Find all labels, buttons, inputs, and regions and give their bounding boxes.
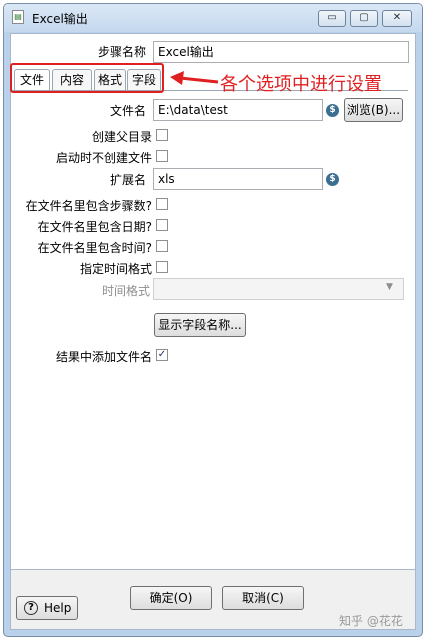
chevron-down-icon: ▼ (386, 282, 393, 292)
extension-label: 扩展名 (109, 173, 146, 187)
watermark: 知乎 @花花 (339, 614, 403, 628)
minimize-icon[interactable]: ▭ (318, 10, 346, 27)
time-format-flag-label: 指定时间格式 (79, 262, 152, 276)
browse-button[interactable]: 浏览(B)... (344, 98, 403, 122)
extension-input[interactable]: xls (153, 168, 323, 190)
include-date-label: 在文件名里包含日期? (37, 220, 152, 234)
show-fields-button[interactable]: 显示字段名称... (154, 313, 246, 337)
close-icon[interactable]: ✕ (382, 10, 412, 27)
add-result-label: 结果中添加文件名 (55, 350, 152, 364)
annotation-box (10, 63, 164, 93)
add-result-checkbox[interactable]: ✓ (156, 349, 168, 361)
filename-label: 文件名 (109, 104, 146, 118)
time-format-select[interactable] (153, 278, 404, 300)
annotation-text: 各个选项中进行设置 (220, 74, 382, 95)
time-format-flag-checkbox[interactable] (156, 261, 168, 273)
help-icon: ? (24, 601, 38, 615)
variable-icon: $ (326, 104, 339, 117)
include-time-checkbox[interactable] (156, 240, 168, 252)
help-label: Help (44, 601, 72, 615)
app-icon: ▤ (12, 10, 24, 24)
step-name-label: 步骤名称 (97, 45, 146, 59)
time-format-label: 时间格式 (101, 284, 150, 298)
window-title: Excel输出 (32, 12, 88, 26)
create-parent-label: 创建父目录 (91, 130, 152, 144)
help-button[interactable]: ? Help (16, 596, 78, 620)
ok-button[interactable]: 确定(O) (130, 586, 212, 610)
create-parent-checkbox[interactable] (156, 129, 168, 141)
include-step-checkbox[interactable] (156, 198, 168, 210)
no-create-checkbox[interactable] (156, 150, 168, 162)
filename-input[interactable]: E:\data\test (153, 99, 323, 121)
variable-icon: $ (326, 173, 339, 186)
include-time-label: 在文件名里包含时间? (37, 241, 152, 255)
step-name-input[interactable]: Excel输出 (153, 41, 409, 63)
include-date-checkbox[interactable] (156, 219, 168, 231)
no-create-label: 启动时不创建文件 (55, 151, 152, 165)
annotation-arrow-icon (170, 71, 219, 85)
cancel-button[interactable]: 取消(C) (222, 586, 304, 610)
maximize-icon[interactable]: ▢ (350, 10, 378, 27)
include-step-label: 在文件名里包含步骤数? (25, 199, 152, 213)
